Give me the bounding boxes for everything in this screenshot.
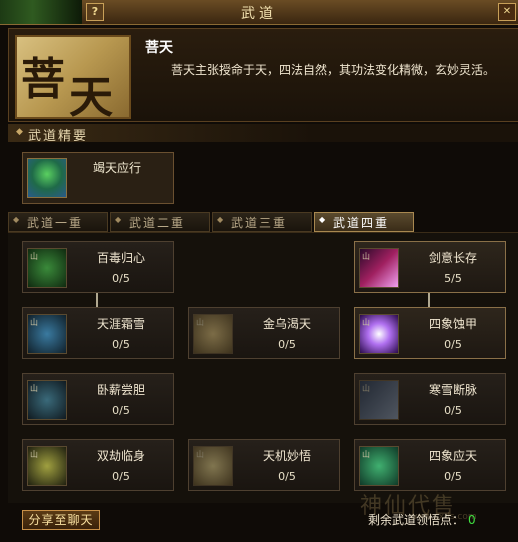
tribulation-skill-icon: 山 [27, 446, 67, 486]
skill-points: 0/5 [444, 404, 462, 417]
insight-skill-icon: 山 [193, 446, 233, 486]
skill-name: 天机妙悟 [262, 449, 311, 463]
heaven-skill-icon: 山 [359, 446, 399, 486]
section-diamond-icon: ◆ [16, 127, 25, 137]
skill-card[interactable]: 山 百毒归心 0/5 [22, 241, 174, 293]
section-label: 武道精要 [28, 129, 89, 144]
skill-card[interactable]: 山 寒雪断脉 0/5 [354, 373, 506, 425]
section-header: ◆ 武道精要 [8, 124, 518, 144]
skill-name: 四象应天 [428, 449, 477, 463]
diamond-icon: ◆ [319, 215, 326, 224]
skill-name: 卧薪尝胆 [96, 383, 145, 397]
style-name: 菩天 [145, 40, 173, 56]
skill-points: 0/5 [278, 470, 296, 483]
tab-tier-1[interactable]: ◆ 武道一重 [8, 212, 108, 232]
poison-skill-icon: 山 [27, 248, 67, 288]
skill-name: 百毒归心 [96, 251, 145, 265]
skill-points: 0/5 [112, 404, 130, 417]
frost-skill-icon: 山 [27, 314, 67, 354]
skill-points: 0/5 [112, 470, 130, 483]
blade-skill-icon: 山 [359, 380, 399, 420]
remaining-points-label: 剩余武道领悟点： [368, 513, 465, 527]
skill-card[interactable]: 山 剑意长存 5/5 [354, 241, 506, 293]
skill-card[interactable]: 山 四象蚀甲 0/5 [354, 307, 506, 359]
emblem-glyph-1: 菩 [21, 54, 65, 105]
skill-points: 0/5 [112, 338, 130, 351]
skill-name: 天涯霜雪 [96, 317, 145, 331]
skill-name: 四象蚀甲 [428, 317, 477, 331]
tier-tabs: ◆ 武道一重 ◆ 武道二重 ◆ 武道三重 ◆ 武道四重 [8, 212, 518, 232]
tab-tier-3[interactable]: ◆ 武道三重 [212, 212, 312, 232]
skill-points: 0/5 [444, 470, 462, 483]
diamond-icon: ◆ [115, 215, 122, 224]
tab-label: 武道四重 [333, 216, 390, 230]
window-title: 武道 [241, 6, 277, 22]
skill-points: 0/5 [444, 338, 462, 351]
remaining-points: 剩余武道领悟点： 0 [368, 511, 476, 528]
tab-tier-4[interactable]: ◆ 武道四重 [314, 212, 414, 232]
diamond-icon: ◆ [217, 215, 224, 224]
style-header: 菩 天 菩天 菩天主张授命于天，四法自然，其功法变化精微，玄妙灵活。 [8, 28, 518, 123]
essence-card[interactable]: 竭天应行 [22, 152, 174, 204]
skill-card[interactable]: 山 四象应天 0/5 [354, 439, 506, 491]
skill-card[interactable]: 山 双劫临身 0/5 [22, 439, 174, 491]
skill-card[interactable]: 山 卧薪尝胆 0/5 [22, 373, 174, 425]
diamond-icon: ◆ [13, 215, 20, 224]
skill-name: 剑意长存 [428, 251, 477, 265]
skill-card[interactable]: 山 金乌渴天 0/5 [188, 307, 340, 359]
skill-name: 双劫临身 [96, 449, 145, 463]
skill-card[interactable]: 山 天机妙悟 0/5 [188, 439, 340, 491]
skill-name: 金乌渴天 [262, 317, 311, 331]
skill-points: 0/5 [278, 338, 296, 351]
meditation-skill-icon: 山 [27, 380, 67, 420]
style-emblem: 菩 天 [15, 35, 131, 123]
skill-grid: 山 百毒归心 0/5 山 剑意长存 5/5 山 天涯霜雪 0/5 山 金乌渴天 … [8, 232, 518, 503]
sun-skill-icon: 山 [193, 314, 233, 354]
tab-label: 武道一重 [27, 216, 84, 230]
burst-skill-icon: 山 [359, 314, 399, 354]
title-bar: ? 武道 ✕ [0, 0, 518, 25]
sword-skill-icon: 山 [359, 248, 399, 288]
skill-connector [96, 293, 98, 307]
skill-name: 寒雪断脉 [428, 383, 477, 397]
tab-label: 武道二重 [129, 216, 186, 230]
style-description: 菩天主张授命于天，四法自然，其功法变化精微，玄妙灵活。 [171, 63, 496, 77]
tab-tier-2[interactable]: ◆ 武道二重 [110, 212, 210, 232]
share-to-chat-button[interactable]: 分享至聊天 [22, 510, 100, 530]
remaining-points-value: 0 [468, 513, 476, 527]
skill-connector [428, 293, 430, 307]
skill-points: 5/5 [444, 272, 462, 285]
close-button[interactable]: ✕ [498, 3, 516, 21]
skill-card[interactable]: 山 天涯霜雪 0/5 [22, 307, 174, 359]
essence-name: 竭天应行 [93, 161, 142, 175]
tab-label: 武道三重 [231, 216, 288, 230]
meditation-icon [27, 158, 67, 198]
emblem-glyph-2: 天 [69, 72, 113, 123]
skill-points: 0/5 [112, 272, 130, 285]
